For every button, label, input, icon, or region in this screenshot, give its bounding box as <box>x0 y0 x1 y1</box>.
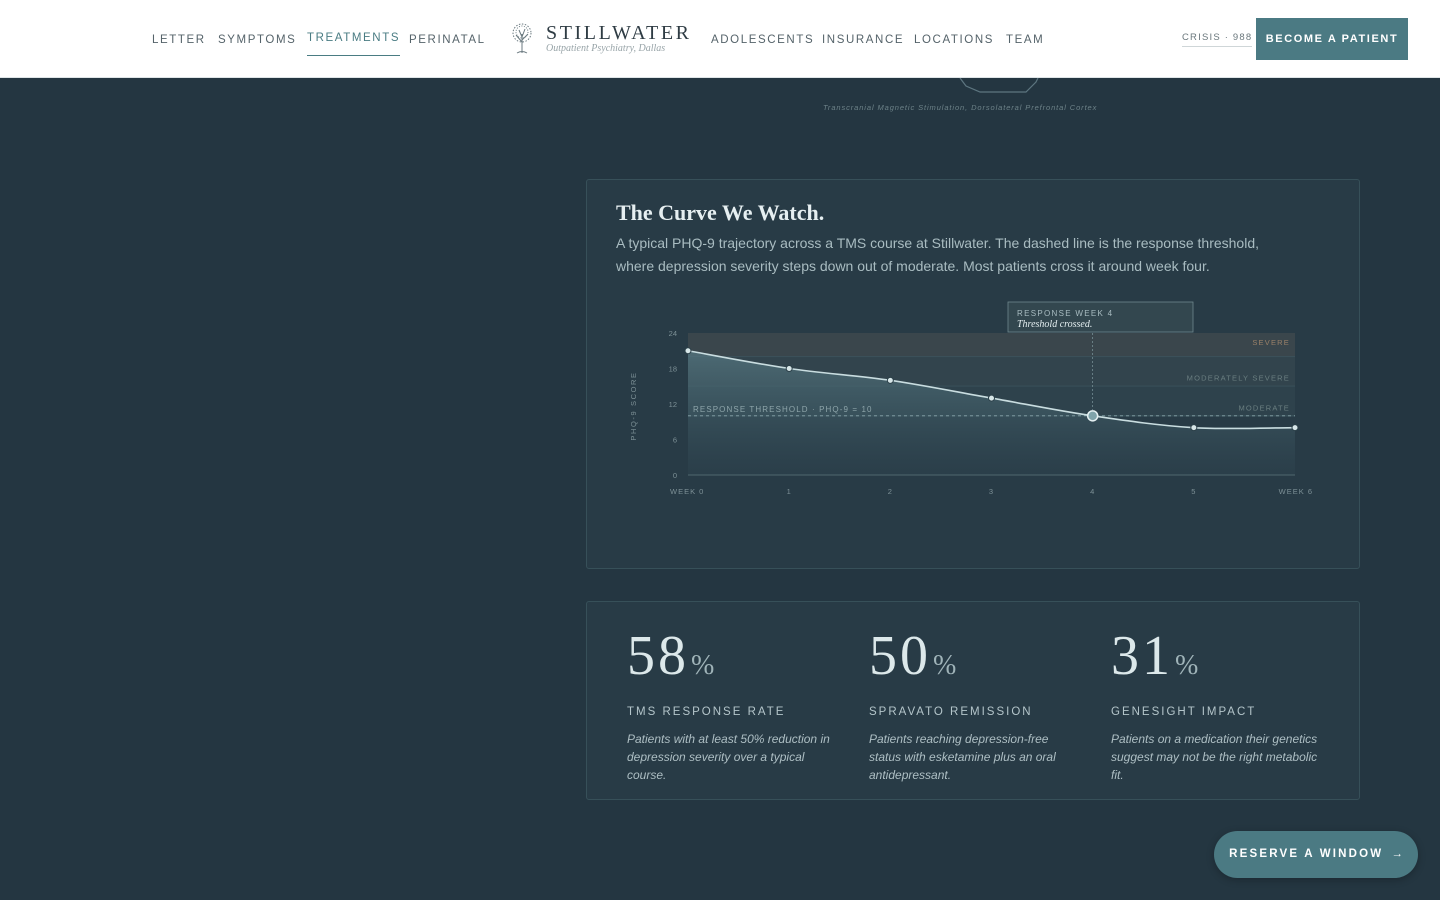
band-label: SEVERE <box>1252 338 1290 347</box>
stat-description: Patients on a medication their genetics … <box>1111 732 1318 782</box>
stat-spravato: 50% SPRAVATO REMISSION Patients reaching… <box>869 626 1079 784</box>
y-tick-label: 0 <box>673 471 677 480</box>
severity-band <box>688 333 1295 357</box>
x-tick-label: 3 <box>989 487 994 496</box>
x-tick-label: WEEK 6 <box>1279 487 1313 496</box>
nav-link-treatments[interactable]: TREATMENTS <box>307 32 401 56</box>
stat-unit: % <box>933 650 960 681</box>
stats-card: 58% TMS RESPONSE RATE Patients with at l… <box>586 601 1360 800</box>
phq9-chart: SEVERE MODERATELY SEVERE MODERATE RESPONSE… <box>629 301 1313 496</box>
x-tick-label: 1 <box>787 487 792 496</box>
y-tick-label: 6 <box>673 436 677 445</box>
tree-icon[interactable] <box>508 22 536 54</box>
nav-link-adolescents[interactable]: ADOLESCENTS <box>711 34 814 46</box>
data-point <box>1086 410 1099 422</box>
data-point <box>684 347 692 355</box>
data-point <box>785 365 793 372</box>
arrow-right-icon: → <box>1391 848 1403 860</box>
nav-link-locations[interactable]: LOCATIONS <box>914 34 994 46</box>
stat-unit: % <box>1175 650 1202 681</box>
stat-unit: % <box>691 650 718 681</box>
brand-tagline: Outpatient Psychiatry, Dallas <box>546 43 666 54</box>
stat-genesight: 31% GENESIGHT IMPACT Patients on a medic… <box>1111 626 1321 784</box>
brand-name[interactable]: STILLWATER <box>546 22 692 45</box>
data-point <box>988 394 995 402</box>
reserve-window-button[interactable]: RESERVE A WINDOW → <box>1214 831 1418 878</box>
nav-link-team[interactable]: TEAM <box>1006 34 1044 46</box>
x-tick-label: WEEK 0 <box>670 487 704 496</box>
become-patient-button[interactable]: BECOME A PATIENT <box>1256 18 1408 60</box>
curve-card: The Curve We Watch. A typical PHQ-9 traj… <box>586 179 1360 569</box>
diagram-caption: Transcranial Magnetic Stimulation, Dorso… <box>823 103 1098 112</box>
x-tick-label: 2 <box>888 487 893 496</box>
x-tick-label: 4 <box>1090 487 1095 496</box>
nav-link-perinatal[interactable]: PERINATAL <box>409 34 486 46</box>
stat-label: GENESIGHT IMPACT <box>1111 706 1257 718</box>
annotation-title: RESPONSE WEEK 4 <box>1017 309 1113 318</box>
data-point <box>1291 424 1299 432</box>
y-tick-label: 12 <box>669 400 677 409</box>
stat-value: 58 <box>627 625 689 687</box>
y-tick-label: 24 <box>669 329 677 338</box>
y-axis-label: PHQ-9 SCORE <box>629 371 638 440</box>
y-tick-label: 18 <box>669 365 677 374</box>
brain-diagram-fragment <box>959 78 1039 93</box>
nav-link-symptoms[interactable]: SYMPTOMS <box>218 34 296 46</box>
stat-description: Patients with at least 50% reduction in … <box>627 732 830 782</box>
annotation-text: Threshold crossed. <box>1017 319 1092 330</box>
threshold-label: RESPONSE THRESHOLD · PHQ-9 = 10 <box>693 405 873 414</box>
crisis-link[interactable]: CRISIS · 988 <box>1182 32 1253 47</box>
site-header: LETTER SYMPTOMS TREATMENTS PERINATAL STI… <box>0 0 1440 78</box>
stat-value: 50 <box>869 625 931 687</box>
stat-label: SPRAVATO REMISSION <box>869 706 1033 718</box>
stat-tms: 58% TMS RESPONSE RATE Patients with at l… <box>627 626 837 784</box>
reserve-label: RESERVE A WINDOW <box>1229 848 1384 860</box>
stat-description: Patients reaching depression-free status… <box>869 732 1056 782</box>
data-point <box>886 376 894 384</box>
stat-label: TMS RESPONSE RATE <box>627 706 786 718</box>
data-point <box>1190 424 1198 432</box>
stat-value: 31 <box>1111 625 1173 687</box>
band-label: MODERATE <box>1238 403 1290 412</box>
nav-link-insurance[interactable]: INSURANCE <box>822 34 904 46</box>
band-label: MODERATELY SEVERE <box>1187 374 1290 383</box>
nav-link-letter[interactable]: LETTER <box>152 34 206 46</box>
x-tick-label: 5 <box>1191 487 1196 496</box>
